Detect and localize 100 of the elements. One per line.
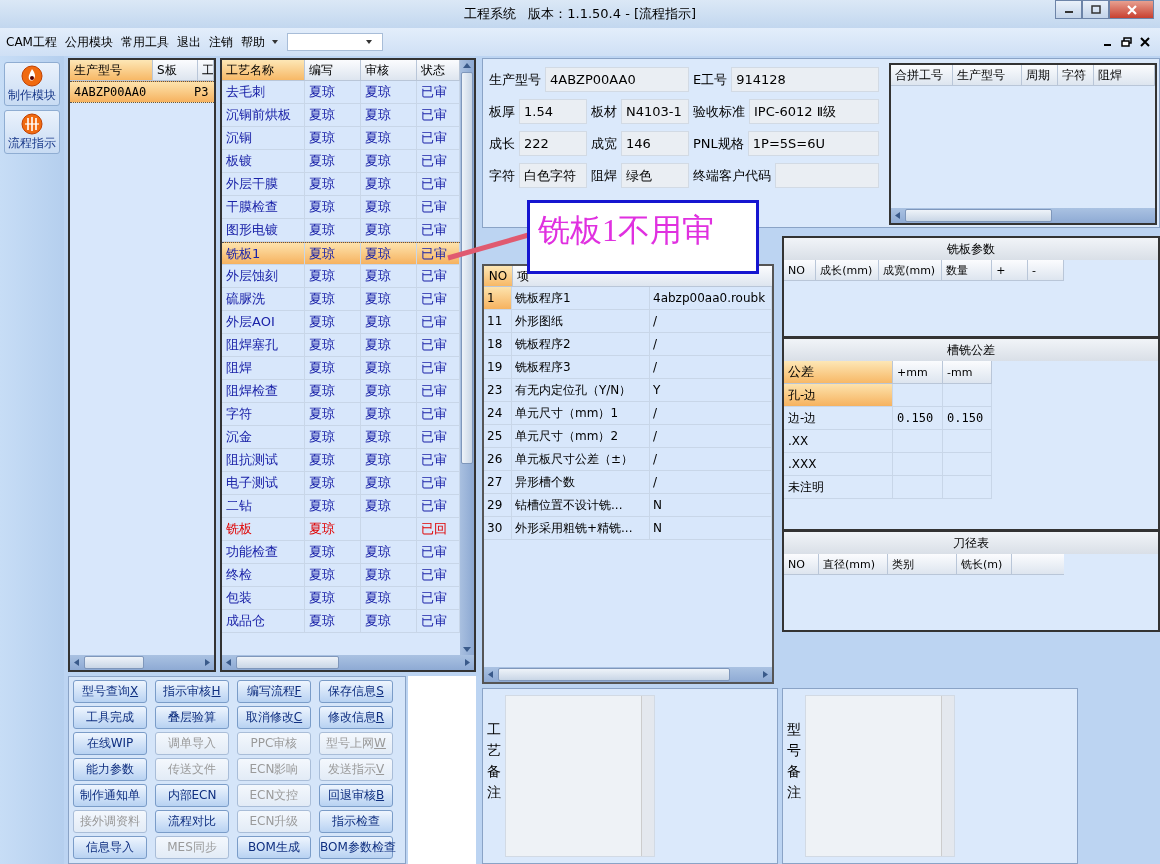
action-button[interactable]: 指示审核H [155,680,229,703]
action-button[interactable]: 编写流程F [237,680,311,703]
column-header[interactable]: 阻焊 [1093,65,1155,85]
scrollbar[interactable] [891,208,1155,223]
table-row[interactable]: 电子测试 夏琼 夏琼 已审 [222,472,460,495]
table-row[interactable]: 硫脲洗 夏琼 夏琼 已审 [222,288,460,311]
text-field[interactable]: 146 [621,131,689,156]
close-icon[interactable] [1140,37,1150,47]
text-field[interactable]: 1P=5S=6U [747,131,879,156]
action-button[interactable]: 能力参数 [73,758,147,781]
table-row[interactable]: 成品仓 夏琼 夏琼 已审 [222,610,460,633]
table-row[interactable]: 包装 夏琼 夏琼 已审 [222,587,460,610]
table-cell[interactable]: 边-边 [784,407,893,430]
table-row[interactable]: 11 外形图纸 / [484,310,772,333]
table-row[interactable]: 沉铜前烘板 夏琼 夏琼 已审 [222,104,460,127]
action-button[interactable]: 回退审核B [319,784,393,807]
action-button[interactable]: 叠层验算 [155,706,229,729]
table-cell[interactable]: 未注明 [784,476,893,499]
table-cell[interactable]: 孔-边 [784,384,893,407]
table-row[interactable]: 阻抗测试 夏琼 夏琼 已审 [222,449,460,472]
action-button[interactable]: 修改信息R [319,706,393,729]
menu-item[interactable]: 注销 [208,33,233,51]
column-header[interactable]: 直径(mm) [819,554,888,574]
table-row[interactable]: 板镀 夏琼 夏琼 已审 [222,150,460,173]
table-row[interactable]: 阻焊检查 夏琼 夏琼 已审 [222,380,460,403]
action-button[interactable]: 工具完成 [73,706,147,729]
minimize-button[interactable] [1055,0,1082,19]
table-row[interactable]: 外层AOI 夏琼 夏琼 已审 [222,311,460,334]
menu-item[interactable]: 退出 [176,33,201,51]
text-field[interactable]: 绿色 [621,163,689,188]
action-button[interactable]: 指示检查 [319,810,393,833]
text-field[interactable]: N4103-1 [621,99,689,124]
table-row[interactable]: 19 铣板程序3 / [484,356,772,379]
nav-button[interactable]: 制作模块 [4,62,60,106]
menu-item[interactable]: 公用模块 [64,33,113,51]
table-row[interactable]: 27 异形槽个数 / [484,471,772,494]
table-row[interactable]: 26 单元板尺寸公差（±） / [484,448,772,471]
table-row[interactable]: 23 有无内定位孔（Y/N） Y [484,379,772,402]
column-header[interactable]: NO [784,260,817,280]
column-header[interactable]: +mm [893,361,943,384]
table-row[interactable]: 字符 夏琼 夏琼 已审 [222,403,460,426]
text-field[interactable] [775,163,879,188]
table-row[interactable]: 功能检查 夏琼 夏琼 已审 [222,541,460,564]
table-row[interactable]: 铣板1 夏琼 夏琼 已审 [222,242,460,265]
column-header[interactable]: 生产型号 [70,60,153,80]
column-header[interactable]: NO [784,554,819,574]
table-row[interactable]: 29 钻槽位置不设计铣... N [484,494,772,517]
text-field[interactable]: 914128 [731,67,879,92]
table-cell[interactable]: .XXX [784,453,893,476]
table-row[interactable]: 阻焊塞孔 夏琼 夏琼 已审 [222,334,460,357]
action-button[interactable]: 信息导入 [73,836,147,859]
table-row[interactable]: 1 铣板程序1 4abzp00aa0.roubk [484,287,772,310]
scrollbar[interactable] [70,655,214,670]
action-button[interactable]: 型号查询X [73,680,147,703]
column-header[interactable]: 字符 [1057,65,1094,85]
text-field[interactable]: 1.54 [519,99,587,124]
column-header[interactable]: 合拼工号 [891,65,953,85]
column-header[interactable]: 工 [198,60,214,80]
column-header[interactable]: + [992,260,1029,280]
action-button[interactable]: BOM生成 [237,836,311,859]
table-row[interactable]: 沉金 夏琼 夏琼 已审 [222,426,460,449]
table-row[interactable]: 铣板 夏琼 已回 [222,518,460,541]
table-row[interactable]: 外层蚀刻 夏琼 夏琼 已审 [222,265,460,288]
scrollbar[interactable] [222,655,474,670]
column-header[interactable]: NO [484,266,513,286]
maximize-button[interactable] [1082,0,1109,19]
column-header[interactable]: 类别 [888,554,957,574]
column-header[interactable]: 审核 [361,60,417,80]
column-header[interactable]: - [1028,260,1064,280]
scrollbar[interactable] [484,667,772,682]
restore-icon[interactable] [1121,37,1132,47]
column-header[interactable]: 生产型号 [952,65,1022,85]
menu-item[interactable]: CAM工程 [6,33,57,51]
caret-icon[interactable] [270,39,279,45]
column-header[interactable]: 数量 [941,260,993,280]
action-button[interactable]: 保存信息S [319,680,393,703]
nav-button[interactable]: 流程指示 [4,110,60,154]
table-row[interactable]: 25 单元尺寸（mm）2 / [484,425,772,448]
action-button[interactable]: 内部ECN [155,784,229,807]
table-row[interactable]: 干膜检查 夏琼 夏琼 已审 [222,196,460,219]
menu-item[interactable]: 常用工具 [120,33,169,51]
table-cell[interactable]: .XX [784,430,893,453]
table-row[interactable]: 二钻 夏琼 夏琼 已审 [222,495,460,518]
table-row[interactable]: 18 铣板程序2 / [484,333,772,356]
table-row[interactable]: 24 单元尺寸（mm）1 / [484,402,772,425]
action-button[interactable]: 制作通知单 [73,784,147,807]
close-button[interactable] [1109,0,1154,19]
column-header[interactable]: 成长(mm) [816,260,880,280]
action-button[interactable]: 在线WIP [73,732,147,755]
menu-item[interactable]: 帮助 [240,33,265,51]
dropdown[interactable] [286,33,383,51]
column-header[interactable]: 公差 [784,361,893,384]
scrollbar[interactable] [460,60,474,655]
column-header[interactable]: 周期 [1021,65,1058,85]
action-button[interactable]: 流程对比 [155,810,229,833]
column-header[interactable]: -mm [943,361,992,384]
text-field[interactable]: 222 [519,131,587,156]
column-header[interactable]: 成宽(mm) [879,260,942,280]
table-row[interactable]: 30 外形采用粗铣+精铣... N [484,517,772,540]
column-header[interactable]: 铣长(m) [957,554,1012,574]
